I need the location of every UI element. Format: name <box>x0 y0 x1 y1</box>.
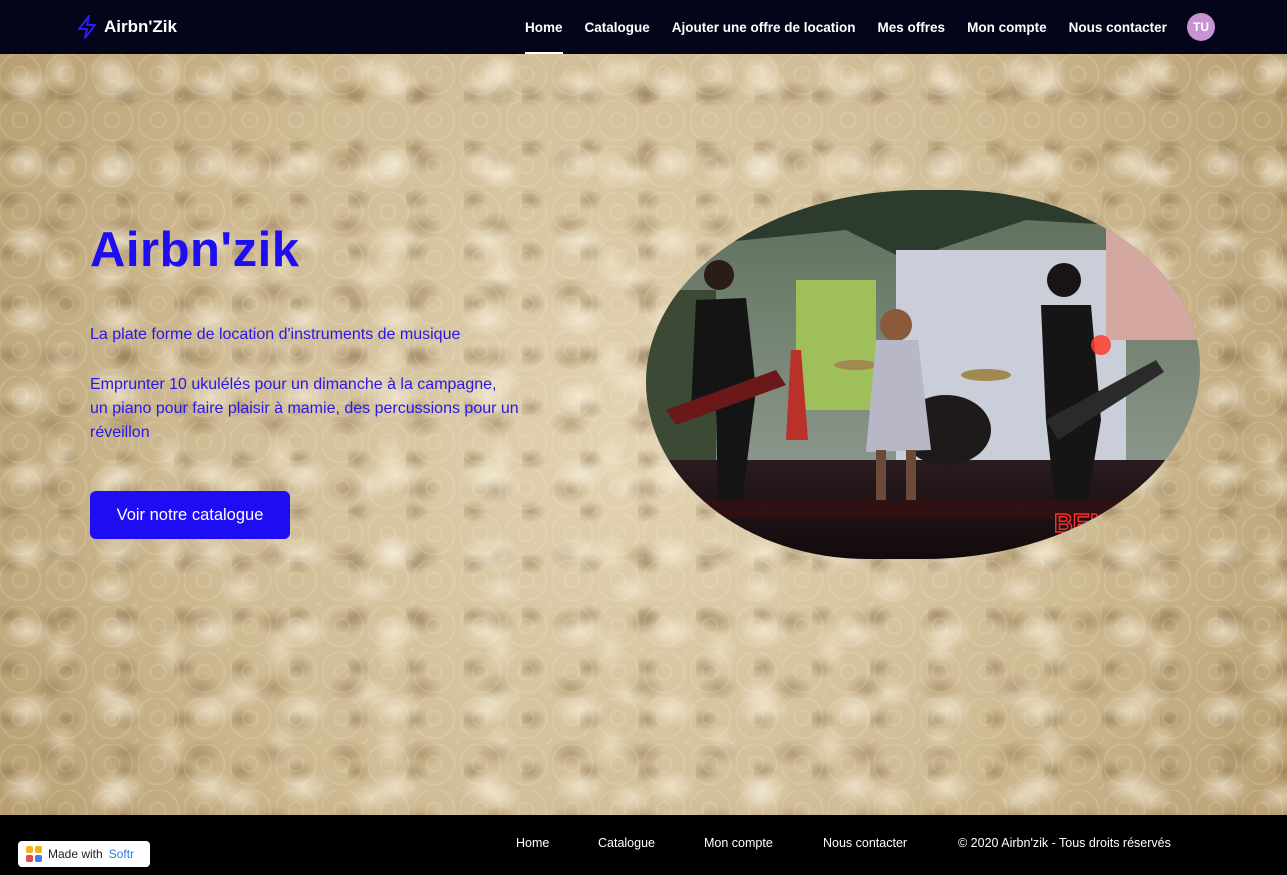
hero-title: Airbn'zik <box>90 223 300 277</box>
brand-name: Airbn'Zik <box>104 17 177 36</box>
brand-logo[interactable]: Airbn'Zik <box>76 14 177 40</box>
hero-section: Airbn'zik La plate forme de location d'i… <box>0 54 1287 815</box>
nav-link-mes-offres[interactable]: Mes offres <box>867 0 957 54</box>
nav-link-mon-compte[interactable]: Mon compte <box>956 0 1058 54</box>
top-navbar: Airbn'Zik Home Catalogue Ajouter une off… <box>0 0 1287 54</box>
hero-description-line: un piano pour faire plaisir à mamie, des… <box>90 400 519 417</box>
nav-link-ajouter-offre[interactable]: Ajouter une offre de location <box>661 0 867 54</box>
made-with-label: Made with <box>48 847 103 861</box>
user-avatar[interactable]: TU <box>1187 13 1215 41</box>
made-with-softr-badge[interactable]: Made with Softr <box>18 841 150 867</box>
softr-brand-label: Softr <box>108 847 135 861</box>
footer-link-mon-compte[interactable]: Mon compte <box>704 836 773 850</box>
nav-link-home[interactable]: Home <box>514 0 574 54</box>
hero-description-line: Emprunter 10 ukulélés pour un dimanche à… <box>90 376 497 393</box>
copyright-text: © 2020 Airbn'zik - Tous droits réservés <box>958 836 1171 850</box>
nav-link-nous-contacter[interactable]: Nous contacter <box>1058 0 1178 54</box>
nav-menu: Home Catalogue Ajouter une offre de loca… <box>514 0 1178 54</box>
nav-link-catalogue[interactable]: Catalogue <box>574 0 661 54</box>
footer: Home Catalogue Mon compte Nous contacter… <box>0 815 1287 875</box>
footer-link-home[interactable]: Home <box>516 836 549 850</box>
neon-sign-text: BEN <box>1054 508 1109 538</box>
view-catalogue-button[interactable]: Voir notre catalogue <box>90 491 290 539</box>
footer-link-nous-contacter[interactable]: Nous contacter <box>823 836 907 850</box>
hero-description-line: réveillon <box>90 424 150 441</box>
lightning-icon <box>78 15 96 39</box>
footer-link-catalogue[interactable]: Catalogue <box>598 836 655 850</box>
softr-logo-icon <box>26 846 42 862</box>
hero-subtitle: La plate forme de location d'instruments… <box>90 326 461 343</box>
hero-description: Emprunter 10 ukulélés pour un dimanche à… <box>90 373 560 445</box>
concert-image: BEN <box>646 190 1200 559</box>
